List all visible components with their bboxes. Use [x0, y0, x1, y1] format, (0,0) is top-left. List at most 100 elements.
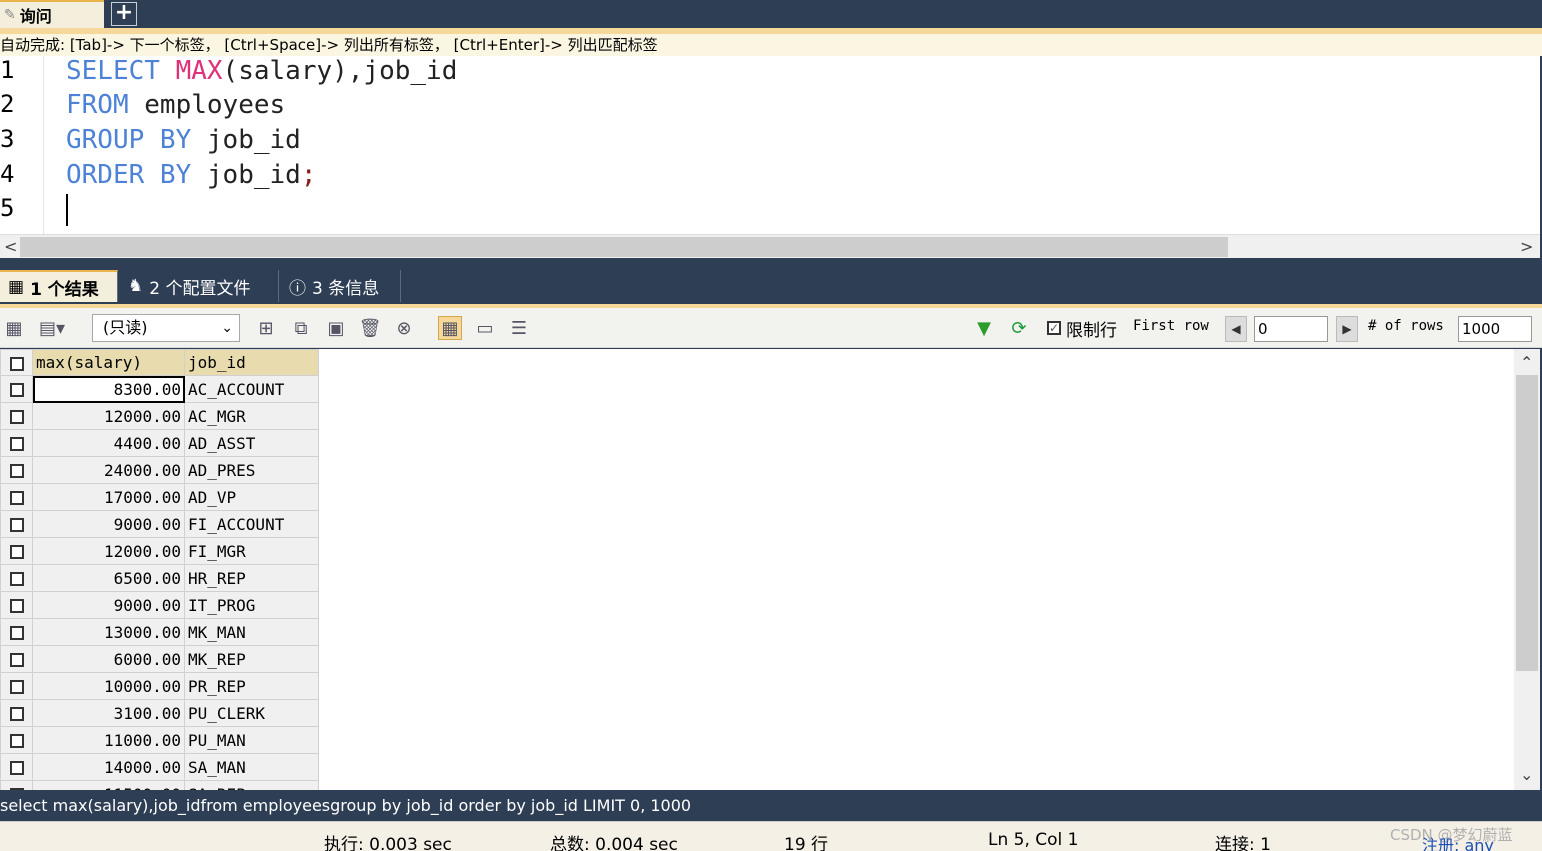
cell-job-id[interactable]: PU_MAN: [184, 726, 319, 754]
next-page-icon[interactable]: ▶: [1336, 316, 1358, 342]
cell-job-id[interactable]: SA_REP: [184, 780, 319, 790]
scroll-down-icon[interactable]: ⌄: [1520, 763, 1533, 787]
grid-view-icon[interactable]: ▦: [438, 316, 462, 340]
cell-max-salary[interactable]: 6000.00: [32, 645, 185, 673]
cell-max-salary[interactable]: 6500.00: [32, 564, 185, 592]
table-row[interactable]: 17000.00 AD_VP: [0, 483, 319, 511]
import-dropdown-icon[interactable]: ▤▾: [32, 316, 72, 340]
scroll-right-icon[interactable]: >: [1520, 235, 1533, 259]
table-row[interactable]: 14000.00 SA_MAN: [0, 753, 319, 781]
cell-max-salary[interactable]: 4400.00: [32, 429, 185, 457]
register-link[interactable]: 注册: any: [1422, 832, 1494, 851]
cell-job-id[interactable]: HR_REP: [184, 564, 319, 592]
cell-job-id[interactable]: IT_PROG: [184, 591, 319, 619]
cell-max-salary[interactable]: 24000.00: [32, 456, 185, 484]
cell-max-salary[interactable]: 10000.00: [32, 672, 185, 700]
cell-job-id[interactable]: AD_VP: [184, 483, 319, 511]
row-checkbox[interactable]: [0, 375, 33, 403]
row-checkbox[interactable]: [0, 456, 33, 484]
row-checkbox[interactable]: [0, 510, 33, 538]
grid-export-icon[interactable]: ▦: [2, 316, 26, 340]
row-checkbox[interactable]: [0, 645, 33, 673]
code-line[interactable]: ORDER BY job_id;: [66, 160, 316, 190]
grid-vertical-scrollbar[interactable]: ⌃ ⌄: [1514, 349, 1540, 790]
table-row[interactable]: 6000.00 MK_REP: [0, 645, 319, 673]
cell-max-salary[interactable]: 9000.00: [32, 591, 185, 619]
row-checkbox[interactable]: [0, 537, 33, 565]
scroll-left-icon[interactable]: <: [4, 235, 17, 259]
prev-page-icon[interactable]: ◀: [1225, 316, 1247, 342]
cell-max-salary[interactable]: 12000.00: [32, 402, 185, 430]
scrollbar-thumb[interactable]: [20, 237, 1228, 257]
row-checkbox[interactable]: [0, 402, 33, 430]
table-row[interactable]: 8300.00 AC_ACCOUNT: [0, 375, 319, 403]
sql-editor[interactable]: 1 2 3 4 5 SELECT MAX(salary),job_id FROM empl…: [0, 56, 1540, 234]
insert-row-icon[interactable]: ⊞: [254, 316, 278, 340]
cell-max-salary[interactable]: 8300.00: [32, 375, 185, 403]
table-row[interactable]: 3100.00 PU_CLERK: [0, 699, 319, 727]
cell-job-id[interactable]: FI_MGR: [184, 537, 319, 565]
save-icon[interactable]: ▣: [324, 316, 348, 340]
cell-max-salary[interactable]: 12000.00: [32, 537, 185, 565]
table-row[interactable]: 24000.00 AD_PRES: [0, 456, 319, 484]
result-tab-3[interactable]: ⓘ 3 条信息: [281, 270, 401, 302]
code-line[interactable]: FROM employees: [66, 90, 285, 120]
limit-checkbox[interactable]: ✓: [1042, 316, 1066, 340]
table-row[interactable]: 11000.00 PU_MAN: [0, 726, 319, 754]
column-header-max-salary[interactable]: max(salary): [32, 349, 185, 376]
form-view-icon[interactable]: ▭: [473, 316, 497, 340]
row-checkbox[interactable]: [0, 699, 33, 727]
rows-input[interactable]: 1000: [1458, 316, 1532, 342]
first-row-input[interactable]: 0: [1254, 316, 1328, 342]
cell-job-id[interactable]: SA_MAN: [184, 753, 319, 781]
cell-max-salary[interactable]: 9000.00: [32, 510, 185, 538]
cell-max-salary[interactable]: 11000.00: [32, 726, 185, 754]
row-checkbox[interactable]: [0, 753, 33, 781]
cell-max-salary[interactable]: 13000.00: [32, 618, 185, 646]
table-row[interactable]: 12000.00 AC_MGR: [0, 402, 319, 430]
cell-job-id[interactable]: AC_MGR: [184, 402, 319, 430]
add-tab-button[interactable]: +: [111, 2, 137, 26]
discard-icon[interactable]: ⊗: [392, 316, 416, 340]
table-row[interactable]: 6500.00 HR_REP: [0, 564, 319, 592]
cell-job-id[interactable]: FI_ACCOUNT: [184, 510, 319, 538]
cell-max-salary[interactable]: 17000.00: [32, 483, 185, 511]
refresh-icon[interactable]: ⟳: [1007, 316, 1031, 340]
cell-job-id[interactable]: MK_MAN: [184, 618, 319, 646]
cell-job-id[interactable]: PU_CLERK: [184, 699, 319, 727]
select-all-checkbox[interactable]: [0, 349, 33, 376]
table-row[interactable]: 11500.00SA_REP: [0, 780, 319, 790]
code-line[interactable]: GROUP BY job_id: [66, 125, 301, 155]
filter-icon[interactable]: ▼: [972, 316, 996, 340]
cell-max-salary[interactable]: 11500.00: [32, 780, 185, 790]
editor-horizontal-scrollbar[interactable]: < >: [0, 234, 1540, 258]
cell-max-salary[interactable]: 14000.00: [32, 753, 185, 781]
readonly-select[interactable]: (只读) ⌄: [92, 314, 240, 342]
table-row[interactable]: 10000.00 PR_REP: [0, 672, 319, 700]
cell-job-id[interactable]: AC_ACCOUNT: [184, 375, 319, 403]
row-checkbox[interactable]: [0, 672, 33, 700]
table-row[interactable]: 9000.00 FI_ACCOUNT: [0, 510, 319, 538]
cell-job-id[interactable]: MK_REP: [184, 645, 319, 673]
table-row[interactable]: 12000.00 FI_MGR: [0, 537, 319, 565]
cell-max-salary[interactable]: 3100.00: [32, 699, 185, 727]
column-header-job-id[interactable]: job_id: [184, 349, 319, 376]
table-row[interactable]: 9000.00 IT_PROG: [0, 591, 319, 619]
row-checkbox[interactable]: [0, 591, 33, 619]
result-tab-2[interactable]: ♞ 2 个配置文件: [120, 270, 279, 302]
text-view-icon[interactable]: ☰: [507, 316, 531, 340]
result-tab-1[interactable]: ▦ 1 个结果: [0, 270, 118, 302]
cell-job-id[interactable]: PR_REP: [184, 672, 319, 700]
row-checkbox[interactable]: [0, 564, 33, 592]
delete-icon[interactable]: 🗑: [358, 316, 382, 340]
cell-job-id[interactable]: AD_PRES: [184, 456, 319, 484]
duplicate-row-icon[interactable]: ⧉: [289, 316, 313, 340]
row-checkbox[interactable]: [0, 483, 33, 511]
table-row[interactable]: 13000.00 MK_MAN: [0, 618, 319, 646]
row-checkbox[interactable]: [0, 429, 33, 457]
code-line[interactable]: SELECT MAX(salary),job_id: [66, 56, 457, 86]
scroll-up-icon[interactable]: ⌃: [1520, 351, 1533, 375]
tab-query[interactable]: ✎ 询问: [0, 0, 104, 28]
row-checkbox[interactable]: [0, 618, 33, 646]
table-row[interactable]: 4400.00 AD_ASST: [0, 429, 319, 457]
